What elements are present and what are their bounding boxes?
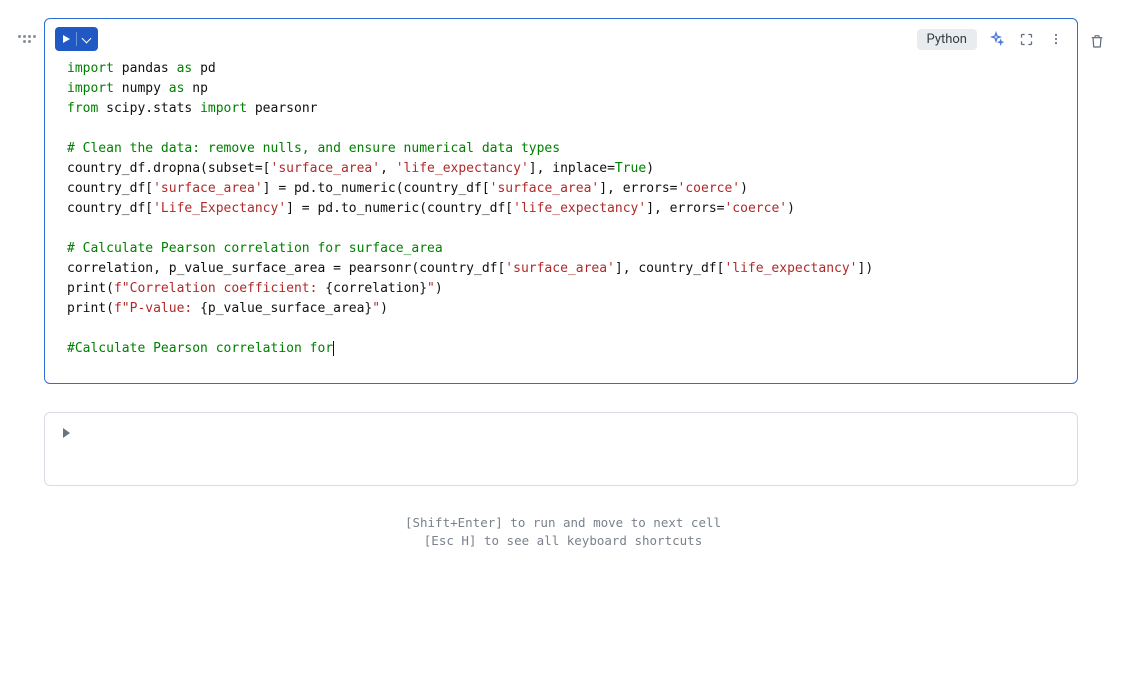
play-icon xyxy=(63,428,70,438)
play-icon xyxy=(63,35,70,43)
hint-line: [Esc H] to see all keyboard shortcuts xyxy=(18,532,1108,550)
run-button[interactable] xyxy=(55,27,98,51)
chevron-down-icon xyxy=(82,33,92,43)
empty-cell-row xyxy=(18,412,1108,486)
hint-line: [Shift+Enter] to run and move to next ce… xyxy=(18,514,1108,532)
drag-handle-icon[interactable] xyxy=(18,30,36,48)
run-inline-button[interactable] xyxy=(55,423,1067,445)
language-selector[interactable]: Python xyxy=(917,29,977,50)
code-cell-active[interactable]: Python impo xyxy=(44,18,1078,384)
text-cursor xyxy=(333,341,334,356)
more-menu-icon[interactable] xyxy=(1045,28,1067,50)
keyboard-hints: [Shift+Enter] to run and move to next ce… xyxy=(18,514,1108,550)
code-editor[interactable]: import pandas as pd import numpy as np f… xyxy=(55,55,1067,359)
ai-sparkle-icon[interactable] xyxy=(985,28,1007,50)
delete-cell-icon[interactable] xyxy=(1086,30,1108,52)
active-cell-row: Python impo xyxy=(18,18,1108,384)
cell-toolbar: Python xyxy=(55,27,1067,51)
expand-icon[interactable] xyxy=(1015,28,1037,50)
code-cell-empty[interactable] xyxy=(44,412,1078,486)
